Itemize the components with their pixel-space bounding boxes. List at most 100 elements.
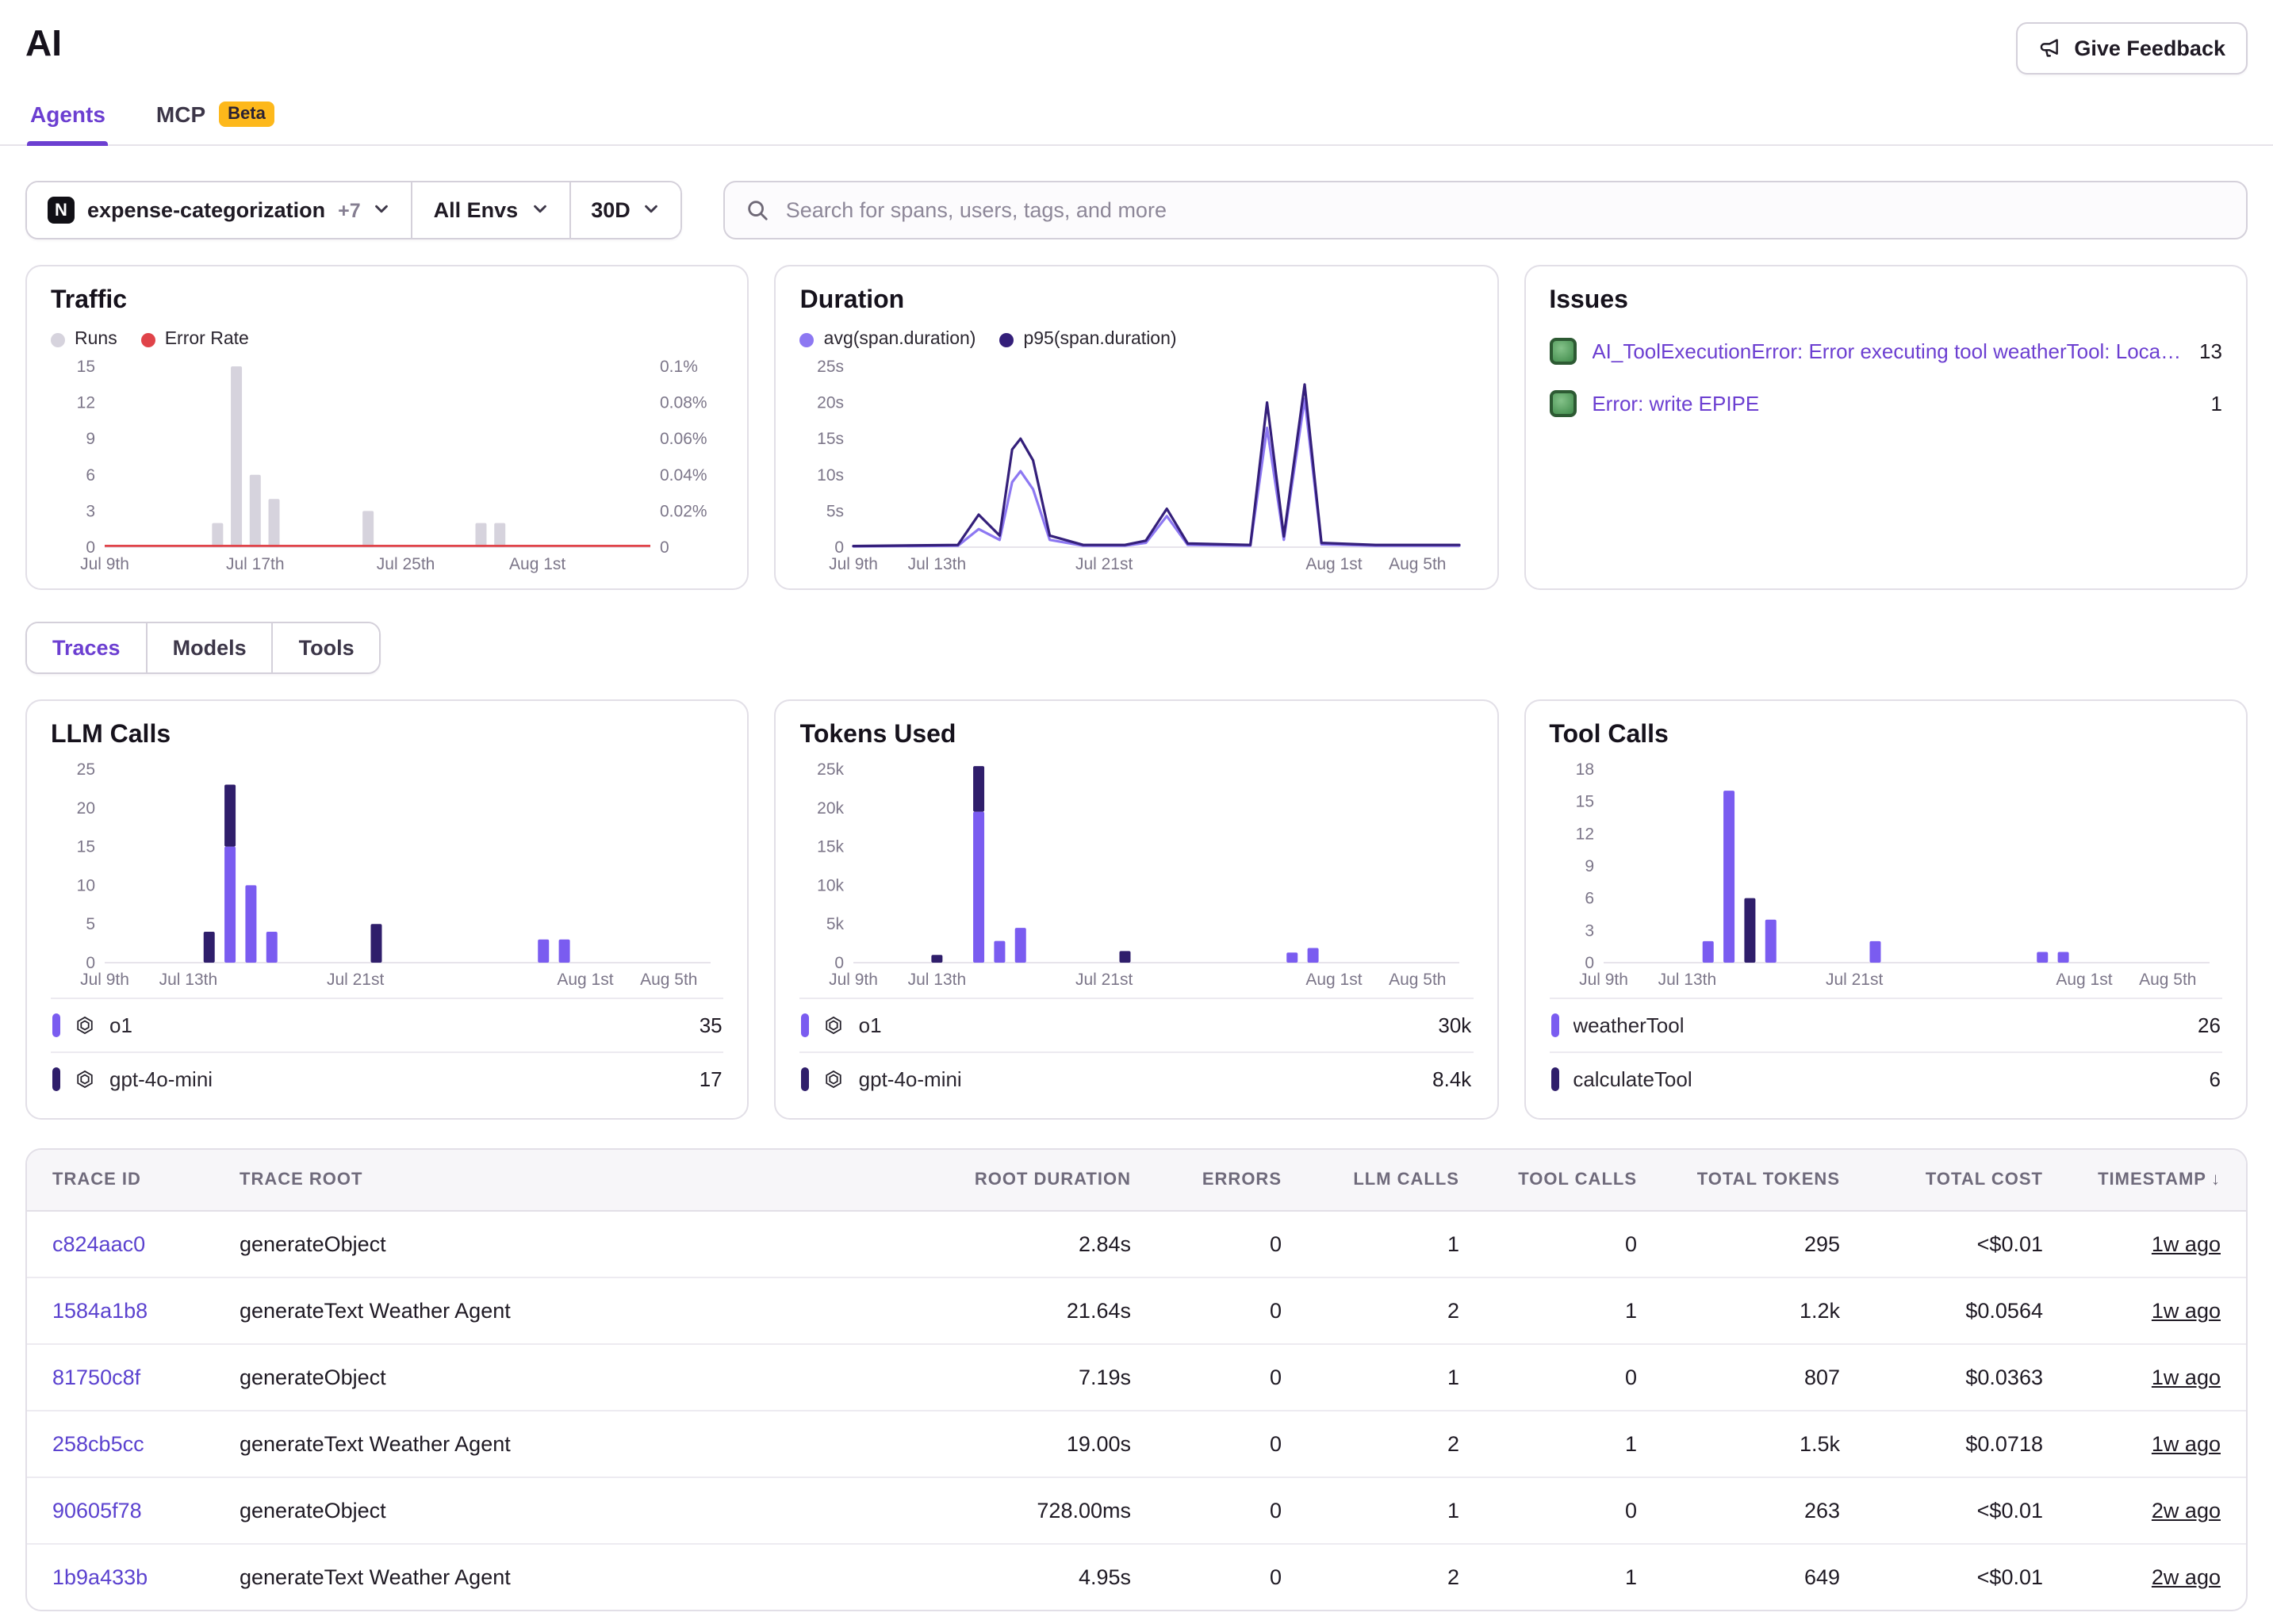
trace-id-link[interactable]: 90605f78 [52, 1499, 142, 1522]
root-duration-cell: 19.00s [918, 1411, 1156, 1477]
tab-mcp[interactable]: MCP Beta [153, 87, 278, 144]
errors-cell: 0 [1156, 1477, 1307, 1544]
app-root: AI Give Feedback Agents MCP Beta N expen… [0, 0, 2273, 1624]
trace-id-link[interactable]: 1584a1b8 [52, 1299, 148, 1323]
svg-text:Jul 25th: Jul 25th [377, 555, 435, 573]
timestamp-cell: 1w ago [2068, 1211, 2246, 1277]
search-input[interactable] [786, 198, 2225, 222]
tab-mcp-label: MCP [156, 102, 205, 127]
tool-calls-legend: weatherTool26calculateTool6 [1549, 998, 2222, 1105]
search-bar[interactable] [724, 181, 2248, 239]
column-timestamp[interactable]: Timestamp↓ [2068, 1150, 2246, 1211]
timestamp-cell: 1w ago [2068, 1277, 2246, 1344]
subtab-models[interactable]: Models [146, 623, 272, 672]
llm-calls-cell: 2 [1307, 1277, 1485, 1344]
svg-text:15: 15 [77, 358, 95, 376]
timestamp-cell: 1w ago [2068, 1411, 2246, 1477]
svg-text:9: 9 [86, 430, 95, 448]
series-color-chip [52, 1067, 60, 1091]
trace-id-link[interactable]: c824aac0 [52, 1232, 145, 1256]
llm-calls-panel: LLM Calls 0510152025Jul 9thJul 13thJul 2… [25, 699, 749, 1120]
svg-text:6: 6 [1585, 890, 1594, 908]
filter-button-group: N expense-categorization +7 All Envs 30D [25, 181, 683, 239]
svg-text:Aug 1st: Aug 1st [1306, 971, 1363, 989]
trace-id-link[interactable]: 81750c8f [52, 1365, 140, 1389]
trace-id-cell: c824aac0 [27, 1211, 214, 1277]
llm-calls-cell: 1 [1307, 1477, 1485, 1544]
trace-root-cell: generateText Weather Agent [214, 1544, 918, 1610]
svg-text:5: 5 [86, 915, 95, 933]
column-root-duration[interactable]: Root Duration [918, 1150, 1156, 1211]
tokens-used-legend: o130kgpt-4o-mini8.4k [800, 998, 1474, 1105]
column-total-cost[interactable]: Total Cost [1865, 1150, 2068, 1211]
svg-text:Aug 1st: Aug 1st [2056, 971, 2112, 989]
search-icon [746, 198, 770, 222]
issues-panel: Issues AI_ToolExecutionError: Error exec… [1524, 265, 2248, 590]
svg-text:0.02%: 0.02% [660, 502, 707, 520]
tool-calls-panel: Tool Calls 0369121518Jul 9thJul 13thJul … [1524, 699, 2248, 1120]
openai-icon [75, 1069, 95, 1090]
timestamp-link[interactable]: 2w ago [2152, 1499, 2221, 1522]
svg-text:Jul 13th: Jul 13th [908, 555, 967, 573]
svg-text:0: 0 [660, 538, 669, 557]
svg-text:0.1%: 0.1% [660, 358, 698, 376]
svg-text:Aug 5th: Aug 5th [1389, 555, 1447, 573]
timestamp-cell: 2w ago [2068, 1477, 2246, 1544]
p95-duration-legend-dot [999, 332, 1014, 347]
traces-table: Trace ID Trace Root Root Duration Errors… [27, 1150, 2246, 1610]
chevron-down-icon [643, 198, 661, 222]
total-tokens-cell: 807 [1662, 1344, 1865, 1411]
svg-text:Aug 1st: Aug 1st [557, 971, 613, 989]
trace-row: 81750c8fgenerateObject7.19s010807$0.0363… [27, 1344, 2246, 1411]
project-filter-dropdown[interactable]: N expense-categorization +7 [27, 182, 412, 238]
duration-panel: Duration avg(span.duration) p95(span.dur… [775, 265, 1499, 590]
timestamp-link[interactable]: 1w ago [2152, 1232, 2221, 1256]
column-errors[interactable]: Errors [1156, 1150, 1307, 1211]
series-total-value: 26 [2198, 1013, 2221, 1037]
series-label: calculateTool [1573, 1067, 2194, 1091]
error-rate-legend-dot [141, 332, 155, 347]
total-tokens-cell: 1.5k [1662, 1411, 1865, 1477]
column-trace-root[interactable]: Trace Root [214, 1150, 918, 1211]
svg-text:15: 15 [1575, 793, 1593, 811]
series-label: o1 [109, 1013, 685, 1037]
tool-calls-cell: 0 [1485, 1344, 1662, 1411]
column-total-tokens[interactable]: Total Tokens [1662, 1150, 1865, 1211]
sort-descending-icon: ↓ [2211, 1170, 2221, 1189]
timestamp-link[interactable]: 1w ago [2152, 1299, 2221, 1323]
give-feedback-button[interactable]: Give Feedback [2015, 22, 2248, 75]
svg-text:Jul 17th: Jul 17th [226, 555, 285, 573]
column-trace-id[interactable]: Trace ID [27, 1150, 214, 1211]
series-color-chip [802, 1013, 810, 1037]
total-cost-cell: <$0.01 [1865, 1211, 2068, 1277]
timestamp-link[interactable]: 2w ago [2152, 1565, 2221, 1589]
trace-root-cell: generateObject [214, 1211, 918, 1277]
svg-text:Jul 21st: Jul 21st [327, 971, 385, 989]
environment-filter-dropdown[interactable]: All Envs [412, 182, 569, 238]
date-range-dropdown[interactable]: 30D [569, 182, 681, 238]
column-tool-calls[interactable]: Tool Calls [1485, 1150, 1662, 1211]
timestamp-link[interactable]: 1w ago [2152, 1365, 2221, 1389]
svg-text:6: 6 [86, 466, 95, 485]
trace-id-cell: 258cb5cc [27, 1411, 214, 1477]
metric-panels: LLM Calls 0510152025Jul 9thJul 13thJul 2… [0, 699, 2273, 1120]
series-label: gpt-4o-mini [859, 1067, 1419, 1091]
runs-legend-dot [51, 332, 65, 347]
column-llm-calls[interactable]: LLM Calls [1307, 1150, 1485, 1211]
timestamp-link[interactable]: 1w ago [2152, 1432, 2221, 1456]
subtab-traces[interactable]: Traces [27, 623, 146, 672]
tool-calls-cell: 1 [1485, 1544, 1662, 1610]
tab-agents[interactable]: Agents [27, 87, 109, 144]
svg-text:10: 10 [77, 876, 95, 894]
trace-row: 1b9a433bgenerateText Weather Agent4.95s0… [27, 1544, 2246, 1610]
series-color-chip [1550, 1067, 1558, 1091]
top-bar: AI Give Feedback [0, 0, 2273, 75]
trace-id-link[interactable]: 1b9a433b [52, 1565, 148, 1589]
issue-link[interactable]: AI_ToolExecutionError: Error executing t… [1592, 339, 2183, 363]
subtab-tools[interactable]: Tools [272, 623, 380, 672]
issue-row: Error: write EPIPE1 [1549, 377, 2222, 430]
svg-text:0: 0 [86, 954, 95, 972]
trace-id-link[interactable]: 258cb5cc [52, 1432, 144, 1456]
issue-link[interactable]: Error: write EPIPE [1592, 392, 2194, 416]
errors-cell: 0 [1156, 1544, 1307, 1610]
